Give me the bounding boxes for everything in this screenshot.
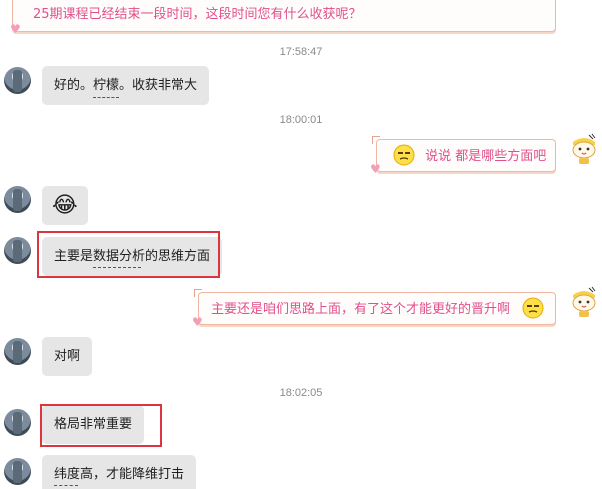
agent-message-bubble: 说说 都是哪些方面吧 <box>376 139 556 172</box>
spellcheck-underline <box>54 485 78 486</box>
user-message-text: 纬度高，才能降维打击 <box>54 467 185 482</box>
mascot-avatar[interactable] <box>569 133 599 165</box>
timestamp: 18:02:05 <box>279 387 323 399</box>
smiley-face-icon <box>522 297 544 319</box>
timestamp: 17:58:47 <box>279 46 323 58</box>
user-avatar[interactable] <box>4 409 31 436</box>
heart-icon: ♥ <box>10 22 21 36</box>
agent-message-text: 25期课程已经结束一段时间，这段时间您有什么收获呢？ <box>33 7 362 22</box>
mascot-avatar[interactable] <box>569 286 599 318</box>
bubble-corner-decoration <box>372 136 380 144</box>
laughing-emoji: 😂 <box>52 193 78 218</box>
heart-icon: ♥ <box>370 162 381 176</box>
smiley-face-icon <box>393 144 415 166</box>
spellcheck-underline <box>93 97 119 98</box>
agent-message-bubble: 25期课程已经结束一段时间，这段时间您有什么收获呢？ <box>12 0 556 32</box>
user-avatar[interactable] <box>4 338 31 365</box>
highlight-box <box>37 231 220 278</box>
user-message-text: 好的。柠檬。收获非常大 <box>54 78 198 93</box>
timestamp: 18:00:01 <box>279 114 323 126</box>
highlight-box <box>40 404 162 447</box>
user-avatar[interactable] <box>4 186 31 213</box>
user-avatar[interactable] <box>4 67 31 94</box>
user-message-bubble: 纬度高，才能降维打击 <box>42 455 197 489</box>
user-message-text: 对啊 <box>54 349 81 364</box>
agent-message-text: 主要还是咱们思路上面，有了这个才能更好的晋升啊 <box>211 302 511 317</box>
user-message-bubble: 好的。柠檬。收获非常大 <box>42 66 210 105</box>
heart-icon: ♥ <box>192 315 203 329</box>
user-message-bubble: 😂 <box>42 186 88 225</box>
user-avatar[interactable] <box>4 237 31 264</box>
bubble-corner-decoration <box>194 289 202 297</box>
user-avatar[interactable] <box>4 458 31 485</box>
agent-message-text: 说说 都是哪些方面吧 <box>425 149 547 164</box>
agent-message-bubble: 主要还是咱们思路上面，有了这个才能更好的晋升啊 <box>198 292 556 325</box>
user-message-bubble: 对啊 <box>42 337 93 376</box>
